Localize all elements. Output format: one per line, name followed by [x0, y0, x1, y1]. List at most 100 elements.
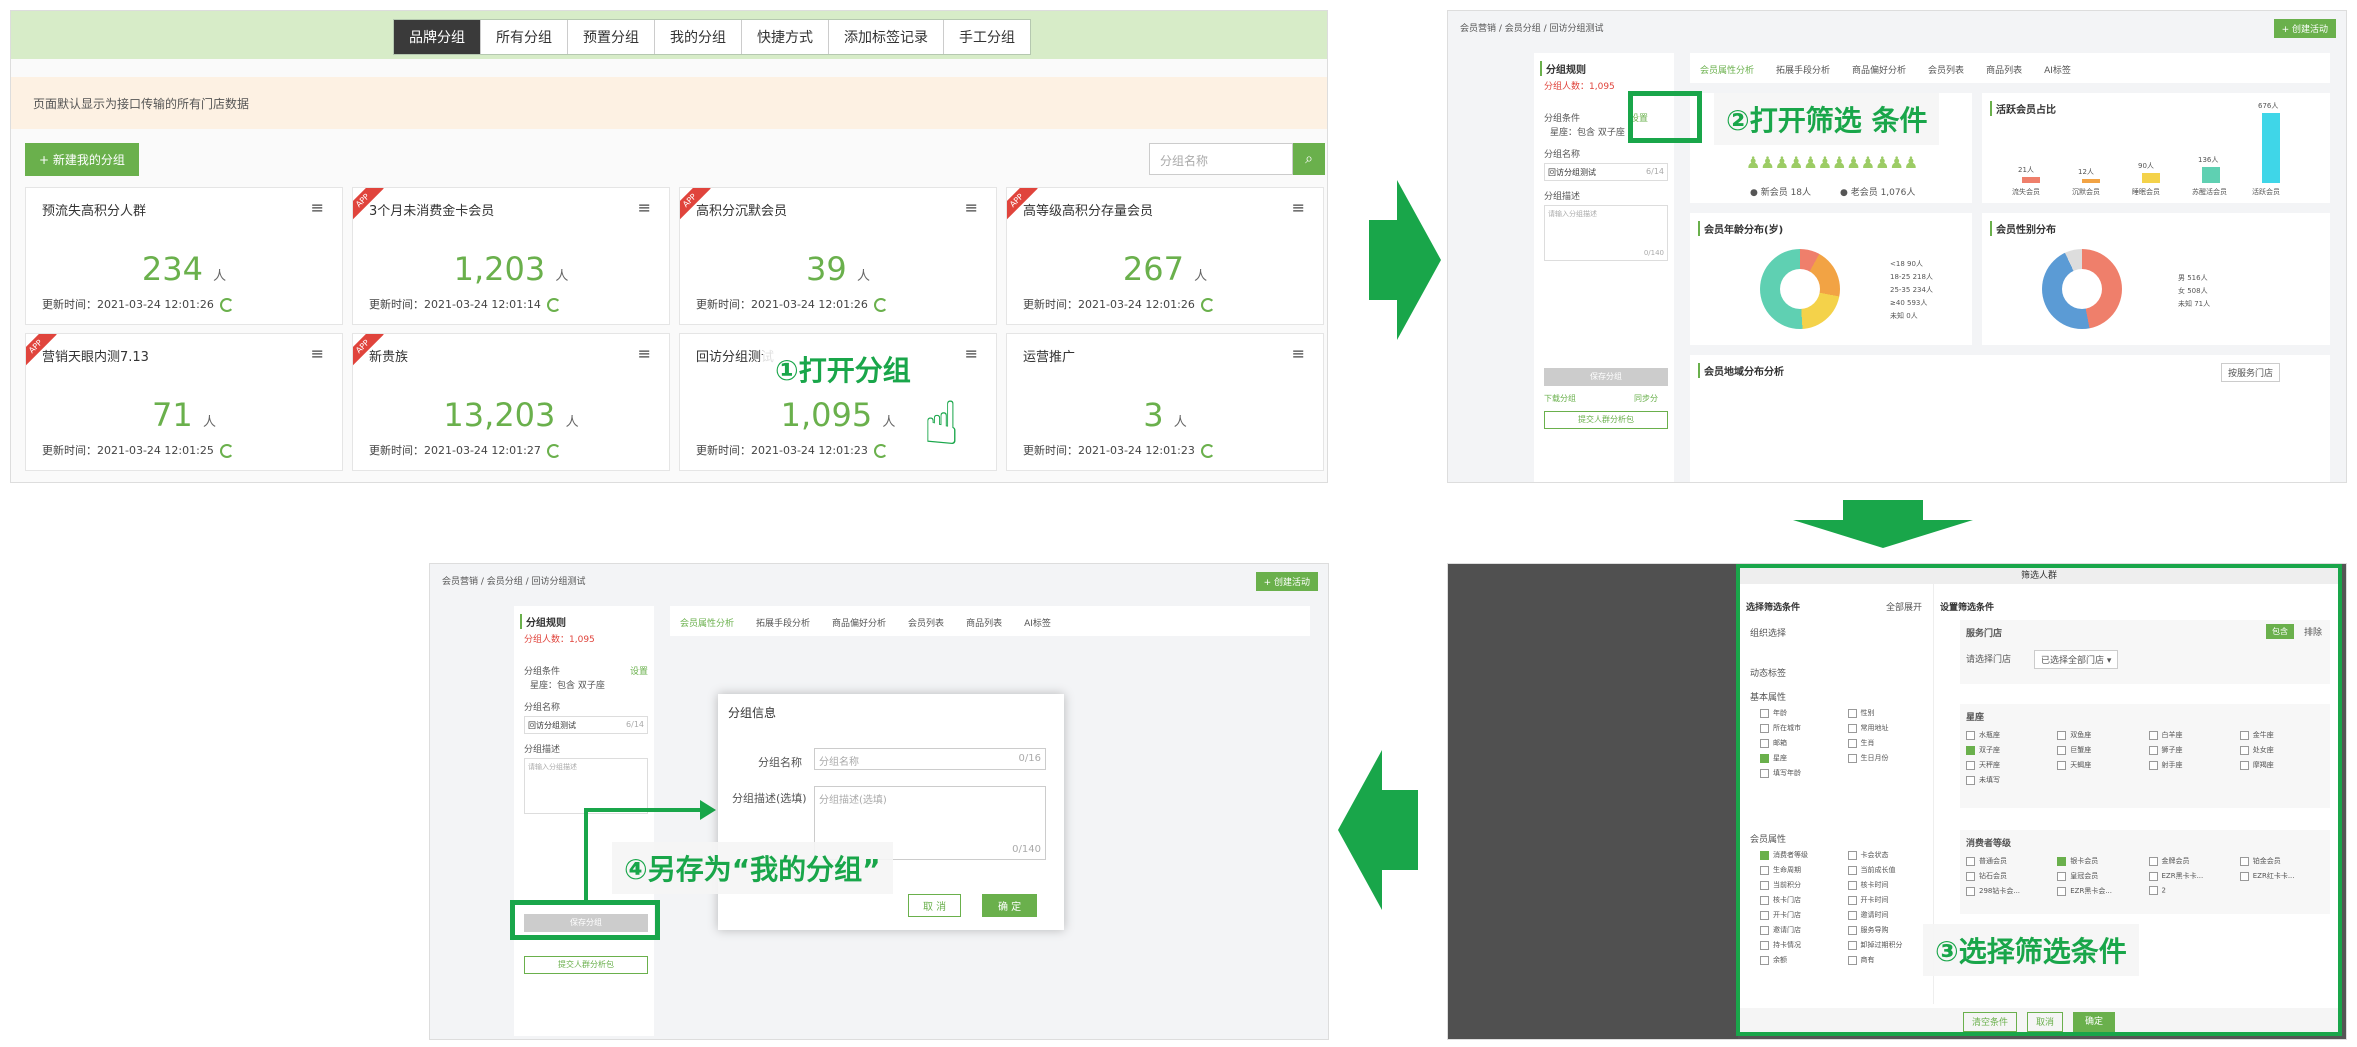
checkbox[interactable]	[1847, 850, 1857, 860]
filter-option[interactable]: EZR黑卡卡...	[2148, 871, 2235, 881]
search-icon[interactable]: ⌕	[1293, 143, 1325, 175]
filter-option[interactable]: 双子座	[1966, 745, 2052, 755]
store-include-button[interactable]: 包含	[2266, 624, 2294, 639]
download-link[interactable]: 下载分组	[1544, 393, 1576, 404]
checkbox[interactable]	[1760, 940, 1769, 950]
checkbox[interactable]	[2239, 760, 2249, 770]
filter-option[interactable]: 当前积分	[1760, 880, 1843, 890]
checkbox[interactable]	[1966, 745, 1975, 755]
checkbox[interactable]	[2148, 871, 2158, 881]
checkbox[interactable]	[1760, 738, 1769, 748]
expand-all-link[interactable]: 全部展开	[1886, 600, 1922, 613]
tab-member-attr[interactable]: 会员属性分析	[1700, 63, 1754, 76]
filter-option[interactable]: 商有	[1847, 955, 1931, 965]
filter-option[interactable]: 生日月份	[1847, 753, 1931, 763]
filter-option[interactable]: 天蝎座	[2057, 760, 2143, 770]
checkbox[interactable]	[1847, 940, 1857, 950]
menu-icon[interactable]: ≡	[311, 344, 324, 363]
tab-shortcuts[interactable]: 快捷方式	[742, 20, 829, 54]
save-group-button[interactable]: 保存分组	[1544, 368, 1668, 386]
refresh-icon[interactable]	[1200, 298, 1215, 312]
filter-option[interactable]: EZR黑卡会...	[2057, 886, 2143, 896]
checkbox[interactable]	[2057, 760, 2067, 770]
tab-ai-tags[interactable]: AI标签	[2044, 63, 2071, 76]
dialog-ok-button[interactable]: 确 定	[982, 894, 1038, 917]
filter-option[interactable]: 所在城市	[1760, 723, 1843, 733]
filter-option[interactable]: 金牌会员	[2148, 856, 2235, 866]
tab-member-attr-4[interactable]: 会员属性分析	[680, 616, 734, 629]
filter-option[interactable]: 邀请门店	[1760, 925, 1843, 935]
checkbox[interactable]	[1760, 768, 1769, 778]
checkbox[interactable]	[1847, 865, 1857, 875]
filter-option[interactable]: 年龄	[1760, 708, 1843, 718]
filter-option[interactable]: 邀请时间	[1847, 910, 1931, 920]
filter-option[interactable]: 未填写	[1966, 775, 2052, 785]
filter-option[interactable]: 处女座	[2239, 745, 2326, 755]
filter-option[interactable]: 白羊座	[2148, 730, 2235, 740]
checkbox[interactable]	[1966, 775, 1975, 785]
checkbox[interactable]	[2239, 871, 2249, 881]
checkbox[interactable]	[1966, 871, 1975, 881]
filter-option[interactable]: 狮子座	[2148, 745, 2235, 755]
tab-manual-group[interactable]: 手工分组	[944, 20, 1030, 54]
filter-option[interactable]: 星座	[1760, 753, 1843, 763]
refresh-icon[interactable]	[1200, 444, 1215, 458]
checkbox[interactable]	[1760, 723, 1769, 733]
filter-option[interactable]: 摩羯座	[2239, 760, 2326, 770]
filter-option[interactable]: 卸掉过期积分	[1847, 940, 1931, 950]
filter-option[interactable]: 双鱼座	[2057, 730, 2143, 740]
checkbox[interactable]	[2148, 745, 2158, 755]
checkbox[interactable]	[2148, 730, 2158, 740]
filter-option[interactable]: 生肖	[1847, 738, 1931, 748]
refresh-icon[interactable]	[546, 444, 561, 458]
tab-preset-groups[interactable]: 预置分组	[568, 20, 655, 54]
dialog-cancel-button[interactable]: 取 消	[908, 894, 962, 917]
cancel-button[interactable]: 取消	[2026, 1012, 2063, 1032]
checkbox[interactable]	[1847, 910, 1857, 920]
checkbox[interactable]	[1847, 708, 1857, 718]
checkbox[interactable]	[1847, 955, 1857, 965]
filter-option[interactable]: 生命周期	[1760, 865, 1843, 875]
tab-expand[interactable]: 拓展手段分析	[1776, 63, 1830, 76]
checkbox[interactable]	[2057, 745, 2067, 755]
checkbox[interactable]	[1966, 730, 1975, 740]
tab-expand-4[interactable]: 拓展手段分析	[756, 616, 810, 629]
tab-ai-tags-4[interactable]: AI标签	[1024, 616, 1051, 629]
filter-option[interactable]: 银卡会员	[2057, 856, 2143, 866]
checkbox[interactable]	[1966, 760, 1975, 770]
checkbox[interactable]	[1760, 955, 1769, 965]
refresh-icon[interactable]	[546, 298, 561, 312]
name-field[interactable]: 回访分组测试 6/14	[1544, 163, 1668, 181]
refresh-icon[interactable]	[873, 444, 888, 458]
checkbox[interactable]	[1760, 865, 1769, 875]
analysis-button[interactable]: 提交人群分析包	[1544, 411, 1668, 429]
filter-option[interactable]: 消费者等级	[1760, 850, 1843, 860]
dialog-name-input[interactable]: 分组名称 0/16	[814, 748, 1046, 770]
filter-option[interactable]: 水瓶座	[1966, 730, 2052, 740]
filter-option[interactable]: 填写年龄	[1760, 768, 1843, 778]
refresh-icon[interactable]	[873, 298, 888, 312]
filter-option[interactable]: 普通会员	[1966, 856, 2052, 866]
filter-option[interactable]: 天秤座	[1966, 760, 2052, 770]
checkbox[interactable]	[1760, 708, 1769, 718]
resync-link[interactable]: 同步分	[1634, 393, 1658, 404]
filter-option[interactable]: 射手座	[2148, 760, 2235, 770]
new-group-button[interactable]: + 新建我的分组	[25, 143, 139, 176]
filter-option[interactable]: 铂金会员	[2239, 856, 2326, 866]
filter-option[interactable]: 开卡门店	[1760, 910, 1843, 920]
refresh-icon[interactable]	[219, 444, 234, 458]
filter-option[interactable]: 服务导购	[1847, 925, 1931, 935]
filter-option[interactable]: 邮箱	[1760, 738, 1843, 748]
checkbox[interactable]	[1760, 895, 1769, 905]
tab-product-pref-4[interactable]: 商品偏好分析	[832, 616, 886, 629]
checkbox[interactable]	[2057, 886, 2067, 896]
menu-icon[interactable]: ≡	[1292, 198, 1305, 217]
checkbox[interactable]	[1760, 850, 1769, 860]
checkbox[interactable]	[1847, 723, 1857, 733]
filter-option[interactable]: 余额	[1760, 955, 1843, 965]
section-dynamic-tags[interactable]: 动态标签	[1750, 666, 1786, 679]
tab-product-list[interactable]: 商品列表	[1986, 63, 2022, 76]
menu-icon[interactable]: ≡	[965, 344, 978, 363]
group-card[interactable]: 高等级高积分存量会员 ≡ 267 人 更新时间：2021-03-24 12:01…	[1006, 187, 1324, 325]
region-select[interactable]: 按服务门店	[2220, 363, 2280, 382]
